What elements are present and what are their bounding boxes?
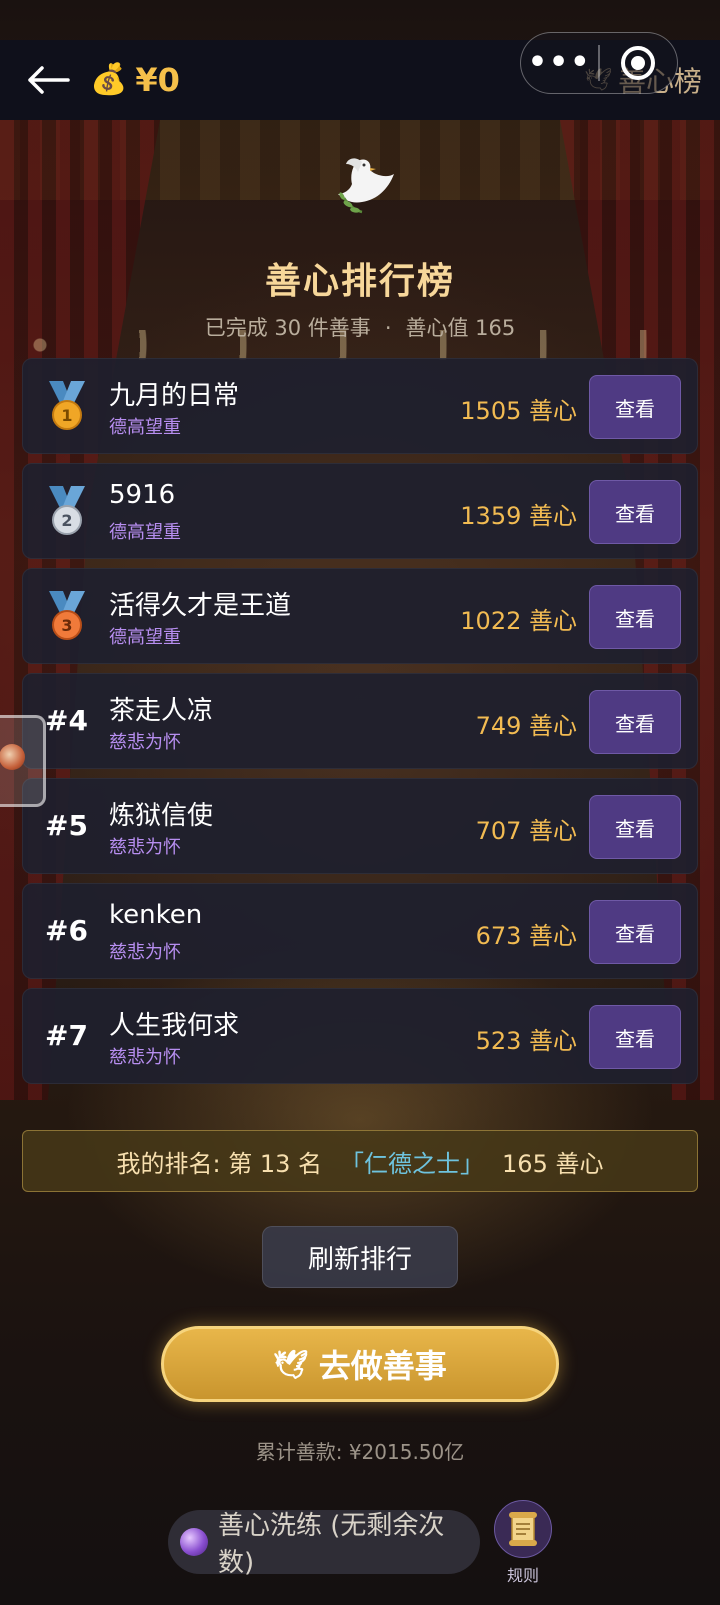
svg-text:2: 2	[61, 511, 72, 530]
player-name: 人生我何求	[109, 1011, 240, 1041]
my-rank-position: 我的排名: 第 13 名	[116, 1149, 323, 1178]
refresh-ranking-button[interactable]: 刷新排行	[262, 1226, 458, 1288]
scroll-icon	[494, 1500, 552, 1558]
rules-label: 规则	[506, 1566, 539, 1585]
view-button[interactable]: 查看	[589, 375, 681, 439]
avatar	[0, 744, 25, 770]
total-donations: 累计善款: ¥2015.50亿	[255, 1440, 465, 1464]
player-title: 德高望重	[109, 522, 181, 543]
svg-text:1: 1	[61, 406, 72, 425]
rank-number: #7	[45, 1019, 88, 1052]
player-title: 慈悲为怀	[109, 1047, 181, 1068]
leaderboard-row: 3 活得久才是王道 德高望重 1022 善心 查看	[22, 568, 698, 664]
close-miniprogram-button[interactable]	[600, 46, 677, 80]
leaderboard-row: #5 炼狱信使 慈悲为怀 707 善心 查看	[22, 778, 698, 874]
my-rank-title: 「仁德之士」	[340, 1149, 485, 1178]
bronze-medal-icon: 3	[49, 591, 85, 640]
player-score: 707 善心	[475, 817, 577, 845]
view-button[interactable]: 查看	[589, 1005, 681, 1069]
balance-value: ¥0	[135, 61, 180, 99]
player-score: 1022 善心	[460, 607, 577, 635]
player-score: 1505 善心	[460, 397, 577, 425]
balance-display: 💰 ¥0	[90, 58, 180, 102]
player-title: 德高望重	[109, 627, 181, 648]
view-button[interactable]: 查看	[589, 795, 681, 859]
progress-stats: 已完成 30 件善事 · 善心值 165	[0, 312, 720, 342]
refine-kindness-button[interactable]: 善心洗练 (无剩余次数)	[168, 1510, 480, 1578]
view-button[interactable]: 查看	[589, 690, 681, 754]
player-title: 德高望重	[109, 417, 181, 438]
rank-number: #4	[45, 704, 88, 737]
do-good-label: 去做善事	[318, 1347, 447, 1385]
player-name: 九月的日常	[109, 381, 240, 411]
player-score: 523 善心	[475, 1027, 577, 1055]
target-icon	[621, 46, 656, 80]
player-title: 慈悲为怀	[109, 837, 181, 858]
player-score: 749 善心	[475, 712, 577, 740]
more-menu-button[interactable]: •••	[521, 48, 598, 78]
floating-avatar-button[interactable]	[0, 715, 46, 807]
leaderboard-row: #6 kenken 慈悲为怀 673 善心 查看	[22, 883, 698, 979]
money-bag-icon: 💰	[90, 62, 128, 97]
miniprogram-capsule: •••	[520, 32, 678, 94]
dove-icon: 🕊	[273, 1347, 309, 1381]
view-button[interactable]: 查看	[589, 900, 681, 964]
back-arrow-icon	[28, 66, 70, 94]
player-name: 活得久才是王道	[109, 591, 292, 621]
gold-medal-icon: 1	[49, 381, 85, 430]
view-button[interactable]: 查看	[589, 585, 681, 649]
dove-olive-icon	[338, 158, 394, 214]
completed-count: 已完成 30 件善事	[204, 316, 371, 340]
rules-button[interactable]: 规则	[494, 1500, 552, 1586]
view-button[interactable]: 查看	[589, 480, 681, 544]
rank-number: #5	[45, 809, 88, 842]
player-name: 茶走人凉	[109, 696, 214, 726]
page-title: 善心排行榜	[264, 261, 455, 302]
stats-separator: ·	[384, 316, 392, 340]
player-name: kenken	[109, 900, 203, 930]
do-good-button[interactable]: 🕊 去做善事	[161, 1326, 559, 1402]
refine-label: 善心洗练 (无剩余次数)	[217, 1511, 445, 1578]
player-score: 673 善心	[475, 922, 577, 950]
kindness-value: 善心值 165	[405, 316, 516, 340]
my-rank-score: 165 善心	[502, 1149, 604, 1178]
leaderboard-row: 1 九月的日常 德高望重 1505 善心 查看	[22, 358, 698, 454]
my-rank-banner: 我的排名: 第 13 名 「仁德之士」 165 善心	[22, 1130, 698, 1192]
silver-medal-icon: 2	[49, 486, 85, 535]
crystal-orb-icon	[180, 1528, 208, 1556]
player-title: 慈悲为怀	[109, 732, 181, 753]
leaderboard-row: #7 人生我何求 慈悲为怀 523 善心 查看	[22, 988, 698, 1084]
player-title: 慈悲为怀	[109, 942, 181, 963]
player-score: 1359 善心	[460, 502, 577, 530]
leaderboard-row: 2 5916 德高望重 1359 善心 查看	[22, 463, 698, 559]
svg-text:3: 3	[61, 616, 72, 635]
player-name: 5916	[109, 480, 176, 510]
player-name: 炼狱信使	[109, 801, 214, 831]
leaderboard-row: #4 茶走人凉 慈悲为怀 749 善心 查看	[22, 673, 698, 769]
rank-number: #6	[45, 914, 88, 947]
back-button[interactable]	[24, 60, 72, 100]
